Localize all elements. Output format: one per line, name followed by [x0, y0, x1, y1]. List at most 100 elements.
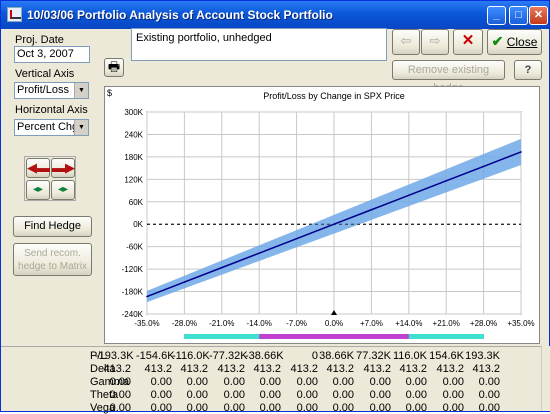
- table-cell: 77.32K: [356, 350, 391, 362]
- red-x-icon: ✕: [461, 32, 475, 49]
- table-cell: 0.00: [332, 402, 354, 414]
- table-cell: 0.00: [332, 376, 354, 388]
- arrow-left-outline-icon: ⇦: [400, 33, 412, 48]
- close-button[interactable]: ✔ Close: [487, 29, 542, 55]
- vertical-axis-select[interactable]: Profit/Loss ▼: [14, 82, 89, 99]
- table-cell: 0.00: [478, 376, 500, 388]
- x-tick-label: -7.0%: [286, 319, 307, 328]
- table-cell: 0.00: [186, 376, 208, 388]
- arrows-in-icon: ◂▸: [32, 184, 44, 195]
- title-bar[interactable]: 10/03/06 Portfolio Analysis of Account S…: [1, 1, 549, 29]
- y-tick-label: -120K: [122, 265, 144, 274]
- arrow-left-icon: ◀▬: [27, 160, 50, 175]
- table-cell: 0.00: [296, 376, 318, 388]
- nav-arrow-group: ◀▬ ▬▶ ◂▸ ◂▸: [24, 156, 76, 201]
- arrow-right-icon: ▬▶: [52, 160, 75, 175]
- horizontal-axis-value: Percent Chg: [17, 121, 79, 133]
- maximize-button[interactable]: □: [509, 6, 528, 25]
- chevron-down-icon[interactable]: ▼: [74, 120, 88, 135]
- table-cell: 0.00: [223, 402, 245, 414]
- pnl-data-point: [445, 180, 448, 182]
- table-cell: 0.00: [223, 389, 245, 401]
- x-tick-label: +21.0%: [433, 319, 460, 328]
- chart-panel: Profit/Loss by Change in SPX Price $ -35.0…: [104, 86, 540, 344]
- close-window-button[interactable]: ✕: [529, 6, 548, 25]
- expand-button[interactable]: ◂▸: [51, 180, 75, 200]
- table-cell: -193.3K: [95, 350, 134, 362]
- y-axis-label: $: [107, 88, 112, 98]
- x-tick-label: +28.0%: [470, 319, 497, 328]
- forward-button[interactable]: ⇨: [421, 29, 449, 55]
- table-cell: 0.00: [259, 389, 281, 401]
- table-cell: 0.00: [259, 402, 281, 414]
- table-cell: 193.3K: [465, 350, 500, 362]
- table-cell: 0.00: [223, 376, 245, 388]
- checkmark-icon: ✔: [491, 33, 504, 49]
- send-hedge-line2: hedge to Matrix: [18, 261, 87, 272]
- shift-left-button[interactable]: ◀▬: [26, 158, 50, 178]
- find-hedge-button[interactable]: Find Hedge: [13, 216, 92, 237]
- arrow-right-outline-icon: ⇨: [429, 33, 441, 48]
- table-cell: 0.00: [369, 389, 391, 401]
- pnl-data-point: [295, 237, 298, 240]
- delete-button[interactable]: ✕: [453, 29, 483, 55]
- send-hedge-button[interactable]: Send recom. hedge to Matrix: [13, 243, 92, 276]
- table-cell: 0.00: [442, 376, 464, 388]
- x-tick-label: 0.0%: [325, 319, 343, 328]
- y-tick-label: -60K: [126, 243, 144, 252]
- chevron-down-icon[interactable]: ▼: [74, 83, 88, 98]
- table-cell: 0.00: [150, 402, 172, 414]
- horizontal-axis-label: Horizontal Axis: [15, 104, 88, 116]
- chart-app-icon: [7, 7, 22, 22]
- table-cell: 0.00: [109, 389, 131, 401]
- status-message-box: Existing portfolio, unhedged: [131, 28, 387, 61]
- minimize-button[interactable]: _: [487, 6, 506, 25]
- table-cell: 0.00: [478, 402, 500, 414]
- pnl-data-point: [333, 223, 335, 226]
- help-button[interactable]: ?: [514, 60, 542, 80]
- table-cell: 0: [311, 350, 318, 362]
- table-cell: 0.00: [332, 389, 354, 401]
- table-cell: 0.00: [296, 389, 318, 401]
- pnl-chart: Profit/Loss by Change in SPX Price $ -35.0…: [107, 88, 535, 339]
- table-cell: 413.2: [326, 363, 354, 375]
- table-cell: 0.00: [150, 376, 172, 388]
- table-cell: 413.2: [436, 363, 464, 375]
- y-tick-label: 300K: [124, 108, 143, 117]
- table-cell: -154.6K: [136, 350, 175, 362]
- back-button[interactable]: ⇦: [392, 29, 420, 55]
- table-scrollbar[interactable]: [541, 346, 550, 411]
- x-tick-label: -28.0%: [172, 319, 197, 328]
- table-cell: 116.0K: [392, 350, 427, 362]
- print-button[interactable]: 🖶: [104, 58, 124, 77]
- pnl-data-point: [183, 281, 186, 283]
- pnl-data-point: [146, 295, 148, 298]
- pnl-data-point: [482, 165, 485, 168]
- table-cell: 0.00: [369, 376, 391, 388]
- horizontal-axis-select[interactable]: Percent Chg ▼: [14, 119, 89, 136]
- y-tick-label: 180K: [124, 153, 143, 162]
- table-cell: 0.00: [478, 389, 500, 401]
- range-slider-thumb: [259, 334, 409, 339]
- table-cell: -77.32K: [209, 350, 248, 362]
- table-cell: 413.2: [217, 363, 245, 375]
- pnl-data-point: [370, 208, 373, 211]
- table-cell: 0.00: [186, 402, 208, 414]
- proj-date-input[interactable]: Oct 3, 2007: [14, 46, 90, 63]
- table-cell: 413.2: [144, 363, 172, 375]
- status-message: Existing portfolio, unhedged: [136, 32, 272, 44]
- table-cell: 413.2: [472, 363, 500, 375]
- x-tick-label: +7.0%: [360, 319, 383, 328]
- table-cell: 0.00: [442, 389, 464, 401]
- table-cell: 413.2: [180, 363, 208, 375]
- pnl-data-point: [221, 266, 223, 269]
- remove-hedge-button[interactable]: Remove existing hedge: [392, 60, 505, 94]
- x-tick-label: -35.0%: [134, 319, 159, 328]
- shift-right-button[interactable]: ▬▶: [51, 158, 75, 178]
- compress-button[interactable]: ◂▸: [26, 180, 50, 200]
- table-cell: 0.00: [442, 402, 464, 414]
- table-cell: 413.2: [363, 363, 391, 375]
- table-cell: 0.00: [150, 389, 172, 401]
- x-tick-label: -21.0%: [209, 319, 234, 328]
- y-tick-label: 240K: [124, 130, 143, 139]
